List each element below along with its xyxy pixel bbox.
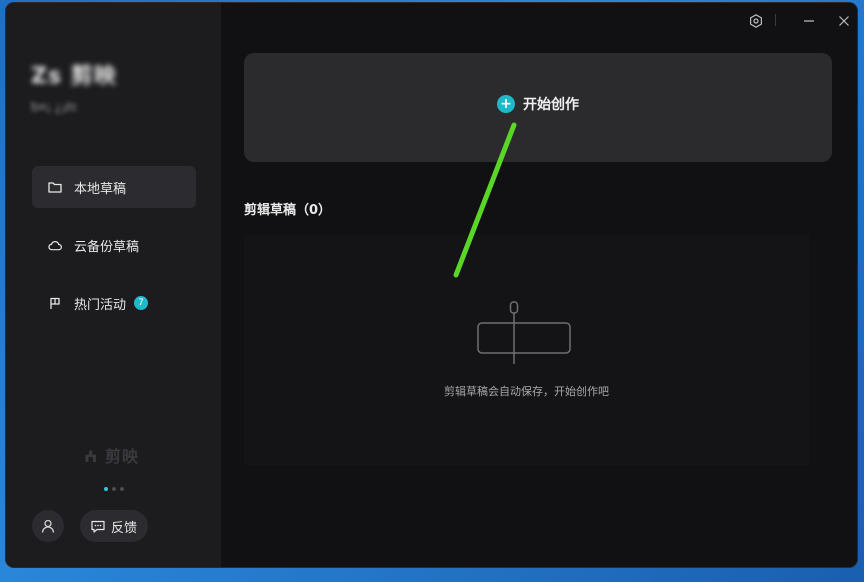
carousel-dot[interactable] — [112, 487, 116, 491]
main-panel: + 开始创作 剪辑草稿（0） 剪辑草稿会自动保存，开始创作吧 — [221, 3, 857, 567]
carousel-dot[interactable] — [104, 487, 108, 491]
user-icon — [41, 519, 55, 533]
close-icon — [839, 16, 849, 26]
chat-icon — [91, 520, 105, 533]
sidebar-item-cloud-drafts[interactable]: 云备份草稿 — [32, 224, 196, 266]
sidebar-item-label: 本地草稿 — [74, 181, 127, 197]
carousel-dot[interactable] — [120, 487, 124, 491]
feedback-label: 反馈 — [110, 520, 137, 536]
feedback-button[interactable]: 反馈 — [80, 510, 148, 542]
notification-badge: 7 — [134, 296, 149, 310]
user-avatar-button[interactable] — [32, 510, 64, 542]
sidebar-item-label: 云备份草稿 — [74, 239, 140, 255]
brand-watermark: ⵄ 剪映 — [84, 447, 139, 466]
sidebar-item-local-drafts[interactable]: 本地草稿 — [32, 166, 196, 208]
sidebar-item-hot-events[interactable]: 热门活动 7 — [32, 282, 196, 324]
cloud-icon — [48, 238, 62, 252]
logo-subtitle: ƅ¤¡ ¿¡ℓε — [31, 100, 78, 114]
carousel-dots[interactable] — [104, 487, 124, 491]
sidebar-item-label: 热门活动 — [74, 297, 127, 313]
plus-icon: + — [497, 94, 515, 113]
minimize-icon — [804, 20, 814, 22]
settings-icon — [750, 14, 762, 28]
start-creating-label: 开始创作 — [523, 96, 579, 113]
drafts-section-title: 剪辑草稿（0） — [244, 203, 332, 218]
logo: Zs 剪映 ƅ¤¡ ¿¡ℓε — [31, 58, 117, 114]
start-creating-button[interactable]: + 开始创作 — [244, 53, 832, 162]
drafts-empty-state: 剪辑草稿会自动保存，开始创作吧 — [244, 235, 809, 465]
settings-button[interactable] — [746, 11, 766, 31]
titlebar-divider — [775, 14, 776, 26]
logo-text: Zs 剪映 — [31, 64, 117, 89]
folder-icon — [48, 180, 62, 194]
empty-timeline-icon — [477, 301, 571, 364]
empty-state-text: 剪辑草稿会自动保存，开始创作吧 — [444, 385, 609, 398]
close-button[interactable] — [834, 11, 854, 31]
sidebar: Zs 剪映 ƅ¤¡ ¿¡ℓε 本地草稿 云备份草稿 热门活动 7 ⵄ 剪映 反馈 — [6, 3, 221, 567]
minimize-button[interactable] — [799, 11, 819, 31]
app-window: Zs 剪映 ƅ¤¡ ¿¡ℓε 本地草稿 云备份草稿 热门活动 7 ⵄ 剪映 反馈… — [6, 3, 857, 567]
flag-icon — [48, 296, 62, 310]
